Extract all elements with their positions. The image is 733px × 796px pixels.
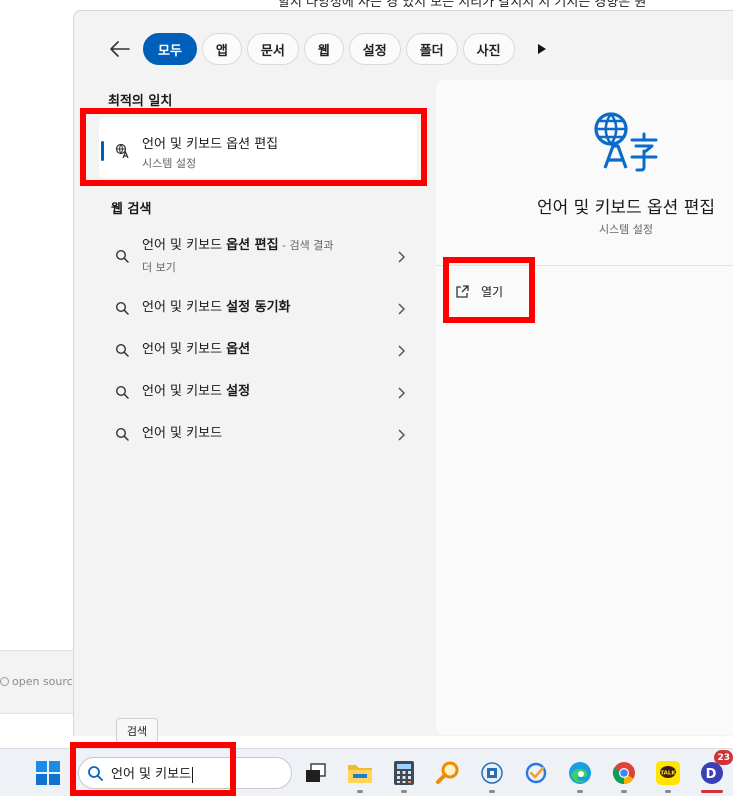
- globe-icon: [0, 677, 9, 686]
- open-button[interactable]: 열기: [455, 283, 503, 300]
- taskbar-discord-app[interactable]: D 23: [696, 750, 733, 793]
- web-search-query-bold: 설정: [226, 384, 251, 399]
- language-icon: [115, 143, 129, 159]
- task-view-icon: [306, 763, 326, 782]
- web-search-item[interactable]: 언어 및 키보드 옵션 편집 - 검색 결과 더 보기: [99, 235, 417, 279]
- filter-chip-folders[interactable]: 폴더: [405, 33, 458, 65]
- background-page: [0, 0, 73, 716]
- filter-chip-apps[interactable]: 앱: [201, 33, 242, 65]
- web-search-query: 언어 및 키보드: [142, 426, 223, 441]
- chevron-right-icon: [398, 251, 405, 263]
- text-caret: [192, 766, 194, 783]
- search-icon: [115, 301, 129, 315]
- svg-text:D: D: [706, 767, 717, 782]
- taskbar-edge[interactable]: [564, 757, 596, 793]
- web-search-item[interactable]: 언어 및 키보드 설정: [99, 381, 417, 403]
- running-indicator: [357, 790, 363, 793]
- search-query-text: 언어 및 키보드: [111, 767, 192, 783]
- taskbar-calculator[interactable]: [388, 757, 420, 793]
- check-circle-icon: [525, 762, 547, 784]
- filter-chip-documents[interactable]: 문서: [246, 33, 299, 65]
- edge-browser-icon: [569, 762, 591, 784]
- web-search-item[interactable]: 언어 및 키보드 옵션: [99, 339, 417, 361]
- running-indicator: [577, 790, 583, 793]
- taskbar-file-explorer[interactable]: [344, 757, 376, 793]
- chevron-right-icon: [398, 429, 405, 441]
- back-button[interactable]: [106, 33, 134, 65]
- best-match-subtitle: 시스템 설정: [142, 157, 197, 170]
- search-icon: [115, 385, 129, 399]
- taskbar-network-app[interactable]: [476, 757, 508, 793]
- web-search-heading: 웹 검색: [111, 202, 152, 217]
- network-icon: [481, 762, 503, 784]
- taskbar-search-input[interactable]: 언어 및 키보드: [78, 757, 292, 789]
- search-icon: [115, 427, 129, 441]
- detail-subtitle: 시스템 설정: [598, 223, 654, 236]
- search-icon: [88, 766, 103, 781]
- arrow-left-icon: [110, 41, 130, 57]
- web-search-query-bold: 옵션 편집: [226, 238, 279, 253]
- filter-chip-photos[interactable]: 사진: [462, 33, 515, 65]
- chevron-right-icon: [398, 303, 405, 315]
- filter-chip-all[interactable]: 모두: [143, 33, 197, 65]
- language-icon: [594, 112, 658, 172]
- web-search-query-bold: 설정 동기화: [226, 300, 291, 315]
- web-search-note: - 검색 결과: [278, 239, 334, 252]
- filter-chip-settings[interactable]: 설정: [348, 33, 401, 65]
- best-match-result[interactable]: 언어 및 키보드 옵션 편집 시스템 설정: [99, 118, 417, 178]
- filter-bar: 모두 앱 문서 웹 설정 폴더 사진: [106, 33, 554, 65]
- play-icon: [537, 44, 546, 54]
- divider: [436, 265, 733, 266]
- background-footer: open source: [0, 675, 79, 688]
- best-match-heading: 최적의 일치: [108, 94, 173, 109]
- taskbar-task-view[interactable]: [300, 757, 332, 789]
- web-search-query: 언어 및 키보드: [142, 300, 227, 315]
- calculator-icon: [394, 761, 414, 785]
- background-footer-text: open source: [12, 675, 80, 688]
- magnifier-icon: [436, 761, 459, 784]
- detail-pane: [436, 80, 733, 735]
- web-search-item[interactable]: 언어 및 키보드: [99, 423, 417, 445]
- running-indicator: [665, 790, 671, 793]
- filter-chip-web[interactable]: 웹: [303, 33, 344, 65]
- running-indicator: [621, 790, 627, 793]
- selection-indicator: [101, 141, 104, 161]
- best-match-name: 언어 및 키보드 옵션 편집: [142, 137, 279, 152]
- running-indicator: [489, 790, 495, 793]
- background-text: 할지 다양성에 사는 경 있지 모든 지리가 갈치지 지 기지는 경향은 원: [278, 0, 647, 10]
- taskbar-todo[interactable]: [520, 757, 552, 789]
- kakao-label: TALK: [660, 771, 676, 777]
- web-search-query: 언어 및 키보드: [142, 238, 227, 253]
- chevron-right-icon: [398, 345, 405, 357]
- web-search-item[interactable]: 언어 및 키보드 설정 동기화: [99, 297, 417, 319]
- open-external-icon: [456, 284, 469, 298]
- windows-start-icon[interactable]: [36, 761, 60, 785]
- detail-title: 언어 및 키보드 옵션 편집: [536, 198, 715, 218]
- taskbar-search-app[interactable]: [432, 757, 464, 789]
- running-indicator: [401, 790, 407, 793]
- more-filters-button[interactable]: [530, 33, 554, 65]
- open-label: 열기: [481, 285, 504, 299]
- chevron-right-icon: [398, 387, 405, 399]
- notification-badge: 23: [714, 750, 733, 765]
- search-icon: [115, 249, 129, 263]
- taskbar-chrome[interactable]: [608, 757, 640, 793]
- kakaotalk-icon: TALK: [656, 761, 680, 785]
- web-search-query: 언어 및 키보드: [142, 384, 227, 399]
- web-search-query-bold: 옵션: [226, 342, 251, 357]
- running-indicator: [701, 790, 723, 793]
- folder-icon: [348, 765, 372, 783]
- web-search-more: 더 보기: [142, 261, 176, 274]
- search-icon: [115, 343, 129, 357]
- web-search-query: 언어 및 키보드: [142, 342, 227, 357]
- chrome-browser-icon: [612, 762, 635, 784]
- search-tooltip: 검색: [116, 718, 158, 744]
- taskbar-kakaotalk[interactable]: TALK: [652, 757, 684, 793]
- taskbar: 언어 및 키보드 TALK D 23: [0, 748, 733, 796]
